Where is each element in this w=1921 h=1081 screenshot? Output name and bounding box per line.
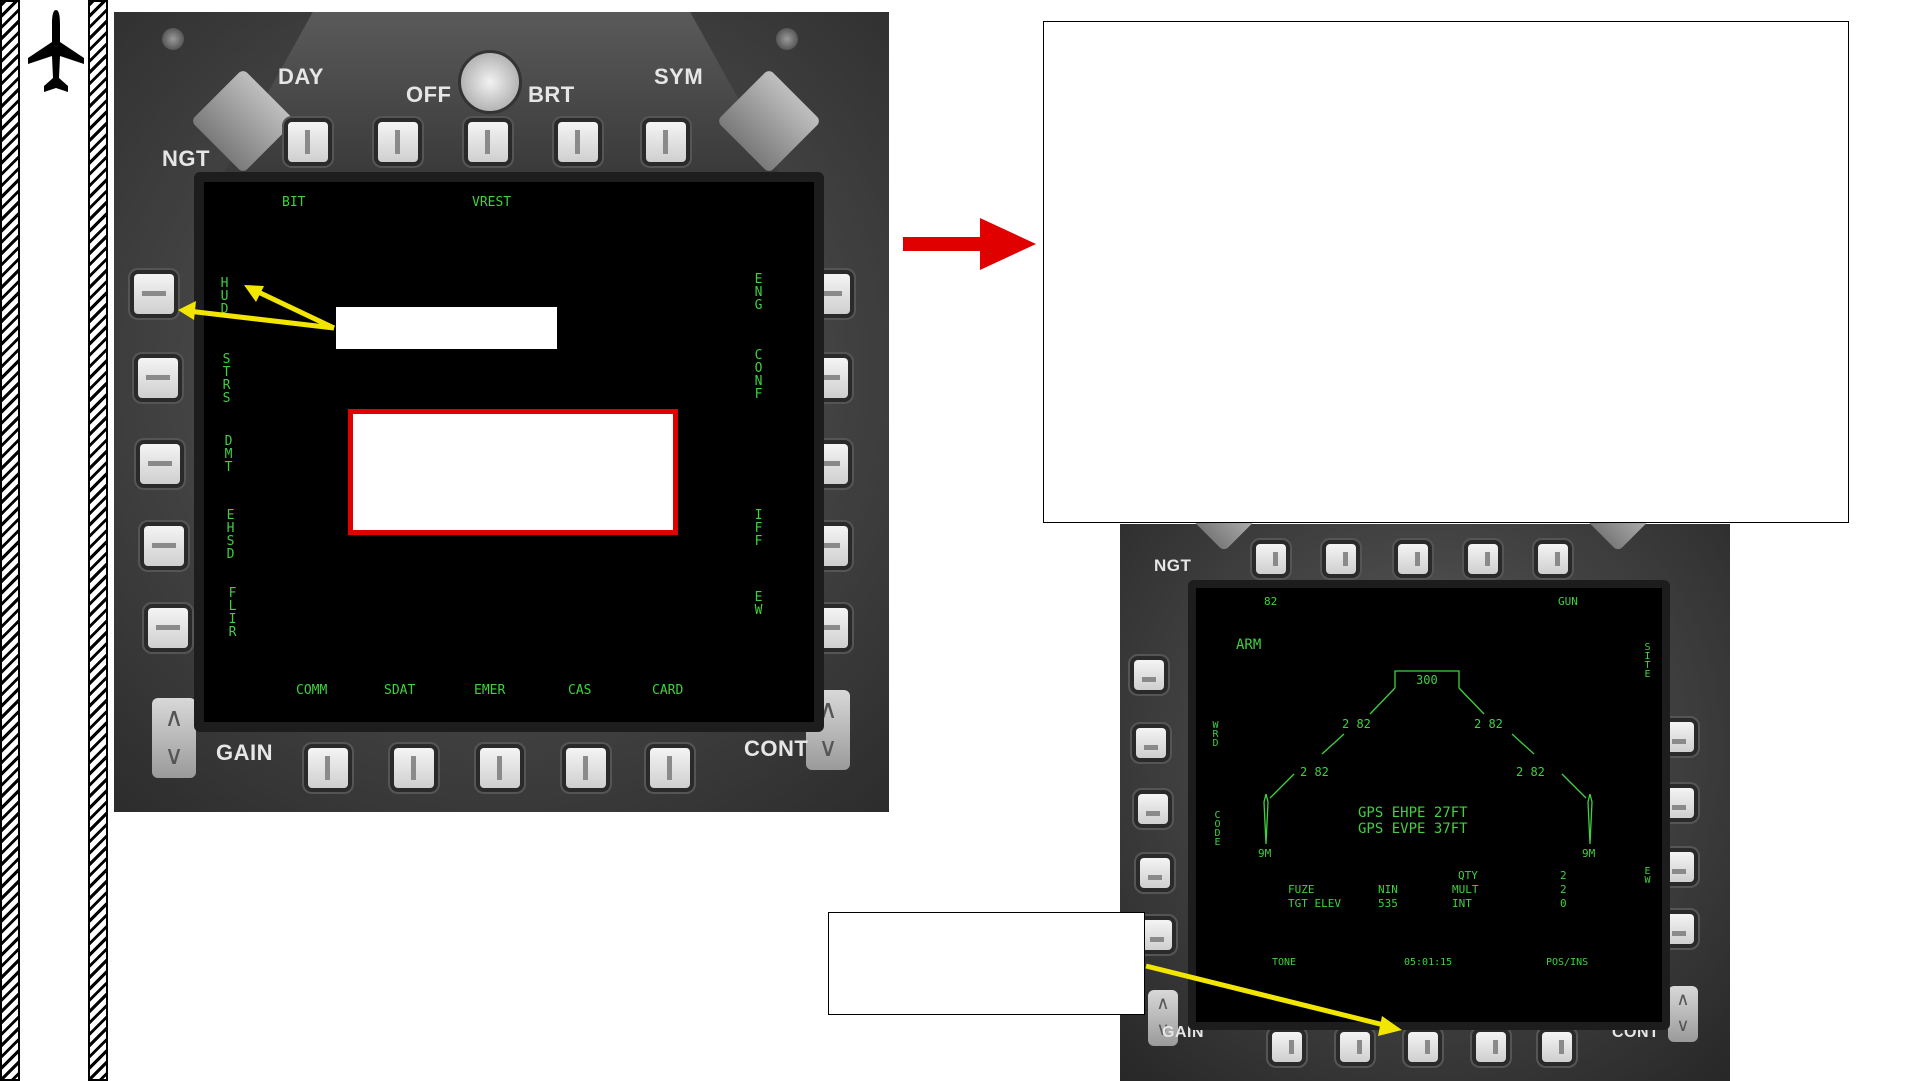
yellow-arrowhead <box>1378 1016 1402 1036</box>
red-arrowhead <box>980 218 1036 270</box>
yellow-arrow-to-bottom-button <box>1145 963 1389 1029</box>
annotation-arrows <box>178 218 1402 1036</box>
red-arrow-shaft <box>903 237 983 251</box>
yellow-arrowhead <box>178 301 196 320</box>
